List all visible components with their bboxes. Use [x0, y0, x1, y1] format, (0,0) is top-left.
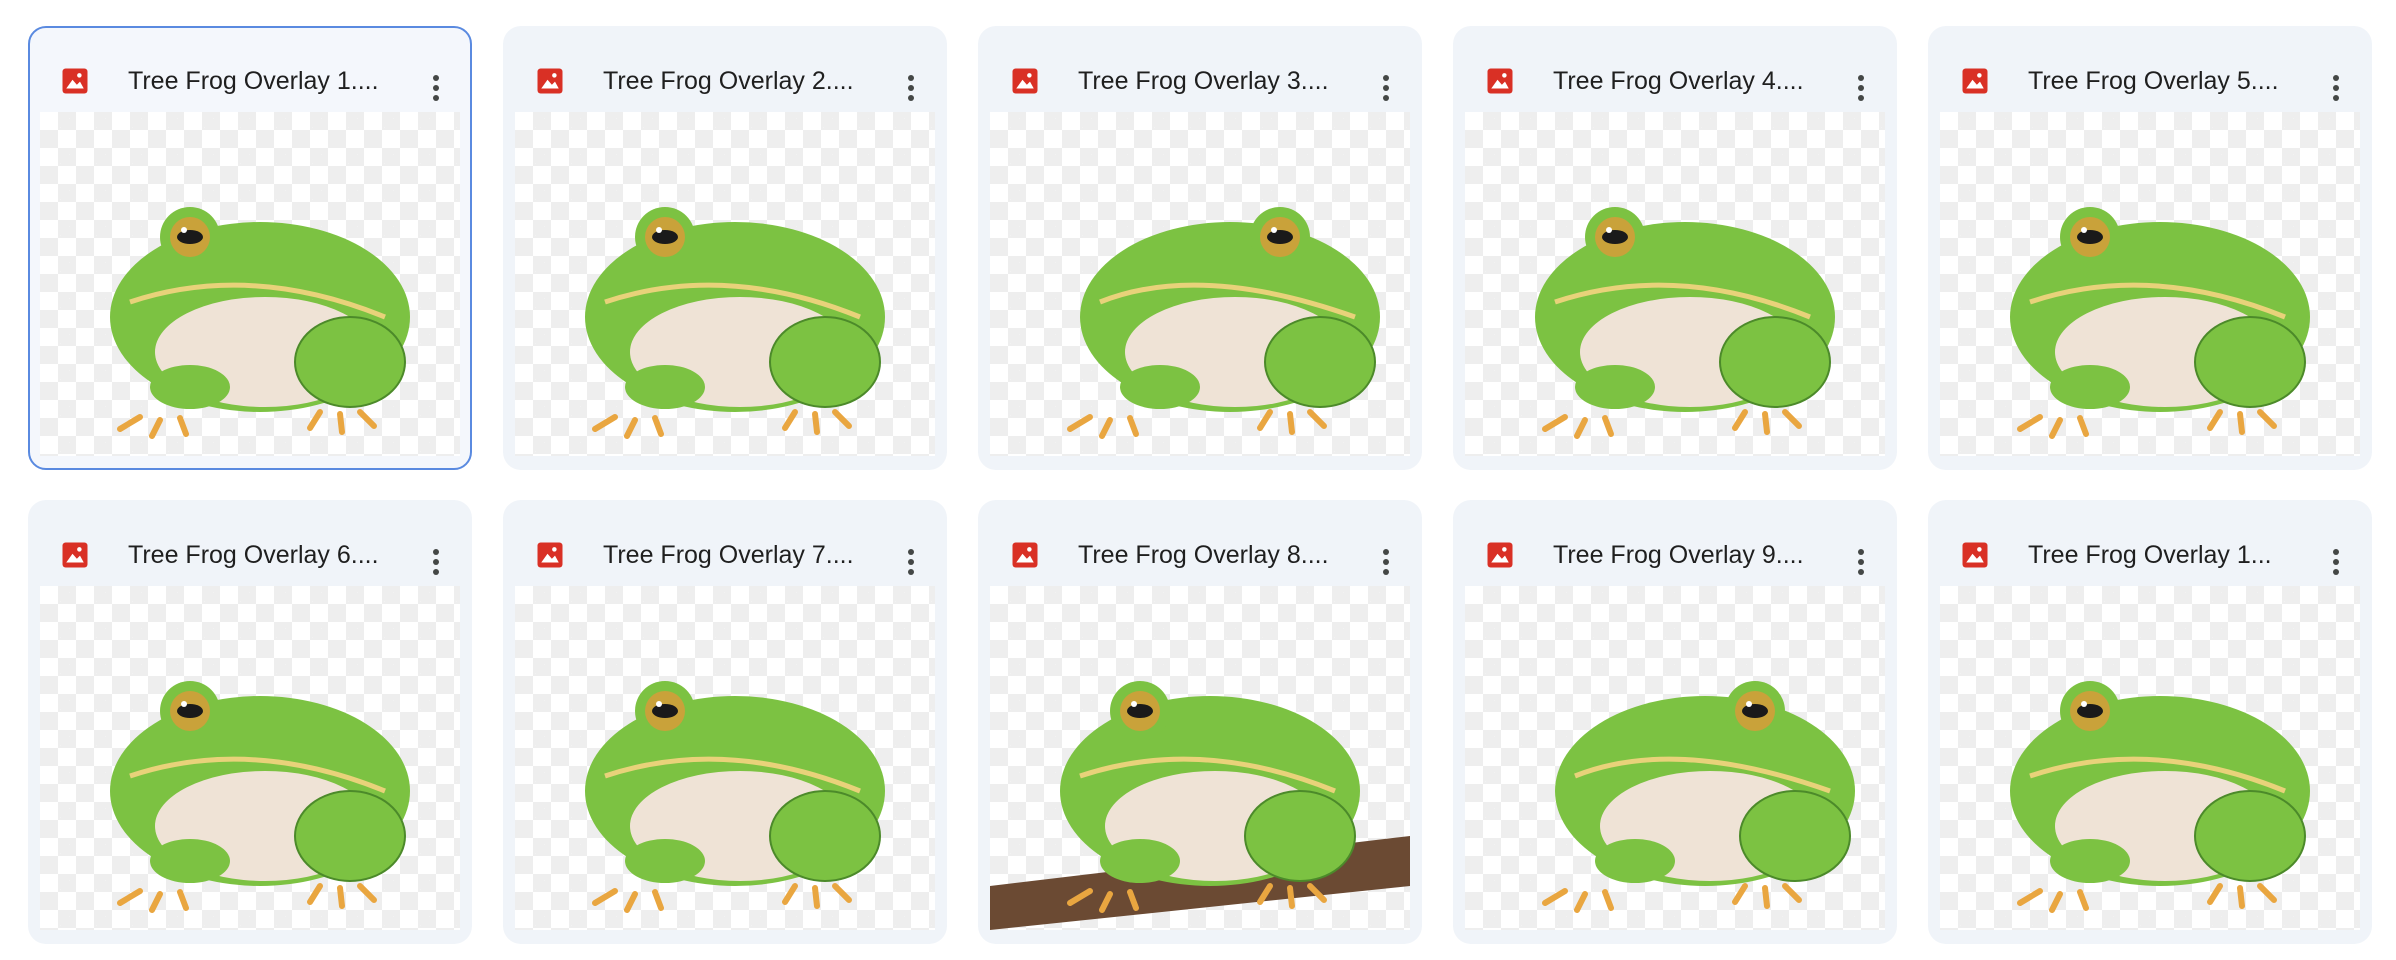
more-options-button[interactable] [1372, 70, 1400, 106]
more-options-button[interactable] [1847, 544, 1875, 580]
frog-image [1067, 207, 1380, 439]
file-card[interactable]: Tree Frog Overlay 8.... [978, 500, 1422, 944]
image-file-icon [537, 542, 563, 568]
image-thumbnail[interactable] [40, 586, 460, 930]
file-card[interactable]: Tree Frog Overlay 1.... [28, 26, 472, 470]
file-card[interactable]: Tree Frog Overlay 3.... [978, 26, 1422, 470]
file-card-header: Tree Frog Overlay 5.... [1928, 26, 2372, 126]
file-title[interactable]: Tree Frog Overlay 1.... [128, 65, 418, 97]
frog-image [110, 681, 410, 913]
image-file-icon [62, 68, 88, 94]
image-file-icon [1962, 542, 1988, 568]
file-title[interactable]: Tree Frog Overlay 9.... [1553, 539, 1843, 571]
more-options-button[interactable] [2322, 70, 2350, 106]
file-title[interactable]: Tree Frog Overlay 4.... [1553, 65, 1843, 97]
file-card[interactable]: Tree Frog Overlay 6.... [28, 500, 472, 944]
file-card[interactable]: Tree Frog Overlay 2.... [503, 26, 947, 470]
image-thumbnail[interactable] [515, 112, 935, 456]
more-vert-icon [1383, 75, 1389, 81]
image-file-icon [1962, 68, 1988, 94]
file-title[interactable]: Tree Frog Overlay 1... [2028, 539, 2318, 571]
more-options-button[interactable] [1847, 70, 1875, 106]
more-options-button[interactable] [2322, 544, 2350, 580]
more-vert-icon [1383, 549, 1389, 555]
more-vert-icon [1858, 75, 1864, 81]
frog-image [110, 207, 410, 439]
file-grid: Tree Frog Overlay 1.... Tree Frog Overla… [0, 0, 2396, 960]
image-thumbnail[interactable] [1465, 112, 1885, 456]
image-file-icon [1012, 68, 1038, 94]
file-title[interactable]: Tree Frog Overlay 5.... [2028, 65, 2318, 97]
more-vert-icon [1858, 549, 1864, 555]
frog-image [2010, 681, 2310, 913]
more-options-button[interactable] [422, 70, 450, 106]
image-thumbnail[interactable] [515, 586, 935, 930]
file-title[interactable]: Tree Frog Overlay 3.... [1078, 65, 1368, 97]
file-title[interactable]: Tree Frog Overlay 8.... [1078, 539, 1368, 571]
image-thumbnail[interactable] [1940, 586, 2360, 930]
more-vert-icon [2333, 549, 2339, 555]
image-file-icon [1487, 542, 1513, 568]
image-file-icon [62, 542, 88, 568]
more-vert-icon [433, 75, 439, 81]
image-thumbnail[interactable] [990, 112, 1410, 456]
file-card[interactable]: Tree Frog Overlay 1... [1928, 500, 2372, 944]
file-card[interactable]: Tree Frog Overlay 4.... [1453, 26, 1897, 470]
file-card-header: Tree Frog Overlay 8.... [978, 500, 1422, 600]
file-card-header: Tree Frog Overlay 4.... [1453, 26, 1897, 126]
frog-image [1542, 681, 1855, 913]
more-options-button[interactable] [897, 70, 925, 106]
file-title[interactable]: Tree Frog Overlay 2.... [603, 65, 893, 97]
image-file-icon [1487, 68, 1513, 94]
more-vert-icon [908, 549, 914, 555]
image-thumbnail[interactable] [1940, 112, 2360, 456]
file-card[interactable]: Tree Frog Overlay 9.... [1453, 500, 1897, 944]
file-card-header: Tree Frog Overlay 1... [1928, 500, 2372, 600]
frog-image [2010, 207, 2310, 439]
file-card-header: Tree Frog Overlay 9.... [1453, 500, 1897, 600]
more-vert-icon [908, 75, 914, 81]
more-options-button[interactable] [1372, 544, 1400, 580]
frog-image [585, 681, 885, 913]
file-title[interactable]: Tree Frog Overlay 6.... [128, 539, 418, 571]
more-options-button[interactable] [897, 544, 925, 580]
file-card-header: Tree Frog Overlay 7.... [503, 500, 947, 600]
frog-image [1535, 207, 1835, 439]
frog-image [585, 207, 885, 439]
image-thumbnail[interactable] [1465, 586, 1885, 930]
more-options-button[interactable] [422, 544, 450, 580]
file-card-header: Tree Frog Overlay 2.... [503, 26, 947, 126]
file-card-header: Tree Frog Overlay 3.... [978, 26, 1422, 126]
more-vert-icon [2333, 75, 2339, 81]
image-file-icon [1012, 542, 1038, 568]
image-thumbnail[interactable] [990, 586, 1410, 930]
image-file-icon [537, 68, 563, 94]
file-card[interactable]: Tree Frog Overlay 7.... [503, 500, 947, 944]
file-card[interactable]: Tree Frog Overlay 5.... [1928, 26, 2372, 470]
file-title[interactable]: Tree Frog Overlay 7.... [603, 539, 893, 571]
file-card-header: Tree Frog Overlay 6.... [28, 500, 472, 600]
more-vert-icon [433, 549, 439, 555]
frog-image [990, 681, 1410, 930]
image-thumbnail[interactable] [40, 112, 460, 456]
